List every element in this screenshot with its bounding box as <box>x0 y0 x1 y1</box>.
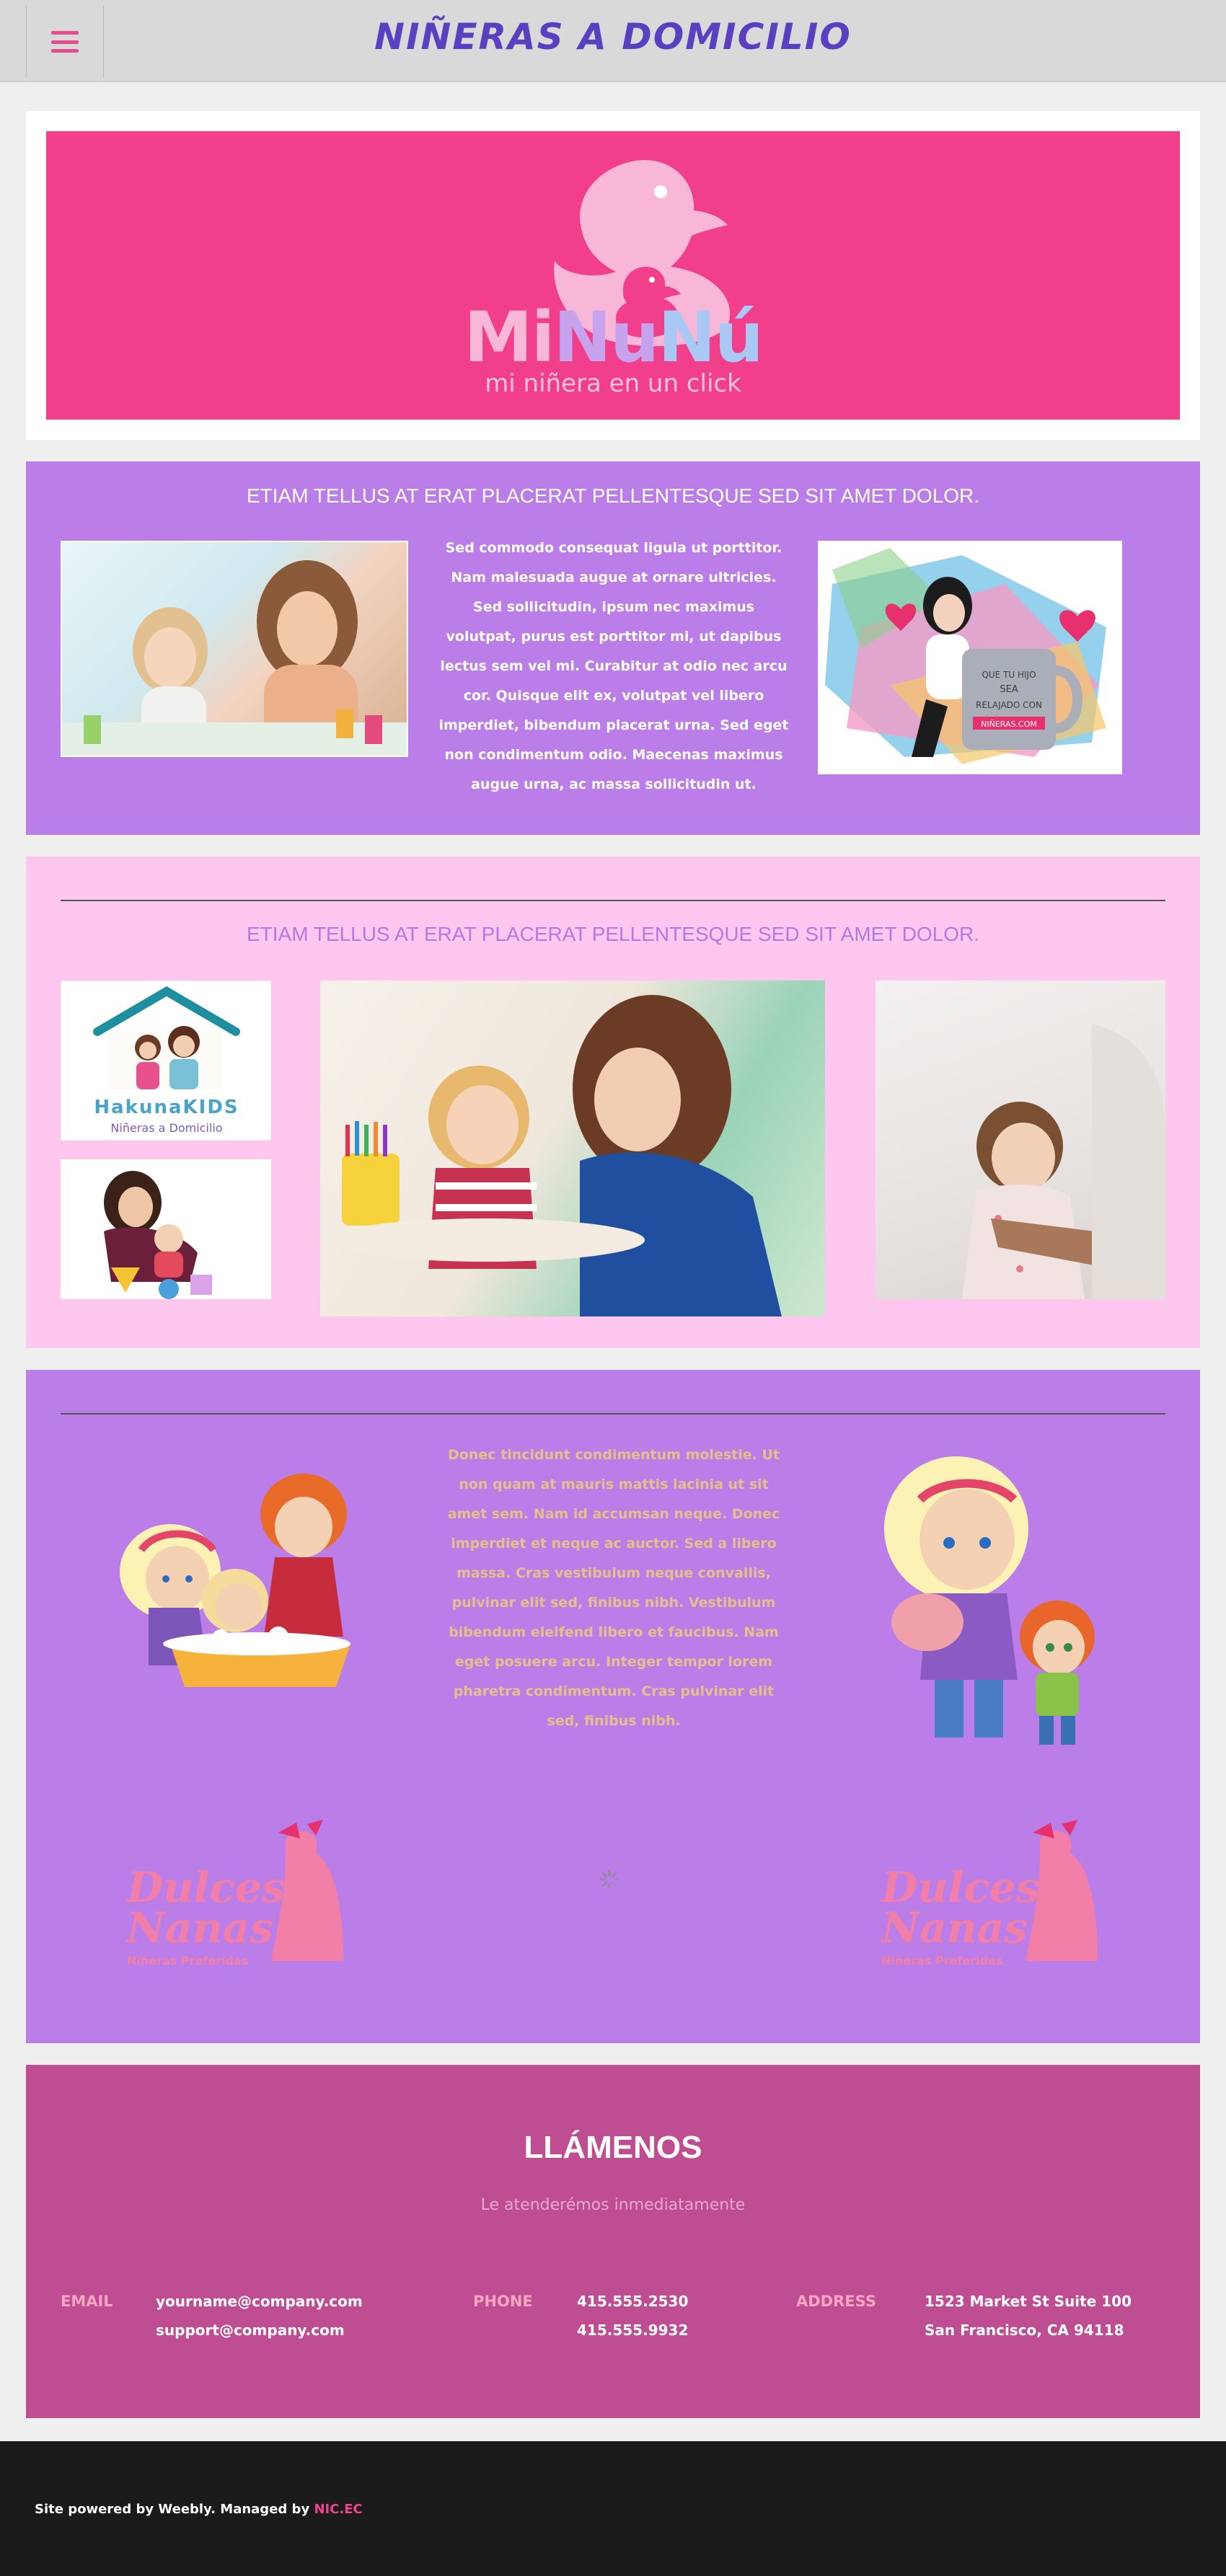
nanny-bathing-children-illustration <box>120 1474 350 1687</box>
contact-subtitle: Le atenderémos inmediatamente <box>480 2196 746 2214</box>
loading-spinner-icon <box>599 1869 619 1890</box>
site-header: NIÑERAS A DOMICILIO <box>0 0 1226 82</box>
footer-text: Site powered by Weebly. Managed by NIC.E… <box>35 2502 363 2517</box>
dulces-nanas-subtitle: Niñeras Preferidas <box>127 1954 249 1968</box>
dulces-nanas-subtitle: Niñeras Preferidas <box>881 1954 1003 1968</box>
email-link-1[interactable]: yourname@company.com <box>156 2293 363 2310</box>
phone-number-1[interactable]: 415.555.2530 <box>577 2293 688 2310</box>
section-gallery: ETIAM TELLUS AT ERAT PLACERAT PELLENTESQ… <box>26 857 1200 1348</box>
mother-baby-photo <box>61 1159 271 1299</box>
mother-children-photo <box>61 541 408 757</box>
hakuna-kids-logo: HakunaKIDS Niñeras a Domicilio <box>61 981 271 1141</box>
footer-credit: Site powered by Weebly. Managed by <box>35 2502 314 2517</box>
email-link-2[interactable]: support@company.com <box>156 2322 345 2339</box>
section-cartoons: Donec tincidunt condimentum molestie. Ut… <box>26 1370 1200 2043</box>
phone-number-2[interactable]: 415.555.9932 <box>577 2322 688 2339</box>
section-contact: LLÁMENOS Le atenderémos inmediatamente E… <box>26 2065 1200 2418</box>
nanny-mug-illustration: QUE TU HIJO SEA RELAJADO CON NIÑERAS.COM <box>818 541 1122 774</box>
section-heading: ETIAM TELLUS AT ERAT PLACERAT PELLENTESQ… <box>246 923 980 945</box>
phone-label: PHONE <box>473 2293 533 2310</box>
nic-ec-link[interactable]: NIC.EC <box>314 2502 362 2517</box>
address-line-2: San Francisco, CA 94118 <box>925 2322 1124 2339</box>
nanny-drawing-with-child-photo <box>320 981 825 1316</box>
banner: MiNuNú mi niñera en un click <box>46 131 1180 420</box>
site-footer: Site powered by Weebly. Managed by NIC.E… <box>0 2441 1226 2576</box>
nanny-with-kids-illustration <box>884 1456 1095 1745</box>
email-label: EMAIL <box>61 2293 113 2310</box>
hakuna-kids-subtitle: Niñeras a Domicilio <box>110 1121 223 1135</box>
mug-text-2: SEA <box>1000 684 1018 695</box>
divider <box>61 900 1165 901</box>
contact-title: LLÁMENOS <box>524 2130 702 2165</box>
divider <box>61 1413 1165 1415</box>
intro-text: Sed commodo consequat ligula ut porttito… <box>438 540 789 792</box>
nanas-text: Nanas <box>881 1903 1028 1952</box>
logo-wordmark: MiNuNú <box>464 297 764 378</box>
nanas-text: Nanas <box>127 1903 273 1952</box>
mug-text-4: NIÑERAS.COM <box>981 720 1037 729</box>
section-intro: ETIAM TELLUS AT ERAT PLACERAT PELLENTESQ… <box>26 461 1200 835</box>
dulces-nanas-logo-right: Dulces Nanas Niñeras Preferidas <box>881 1817 1112 1975</box>
cartoon-section-text: Donec tincidunt condimentum molestie. Ut… <box>447 1447 780 1729</box>
child-reading-photo <box>876 981 1165 1299</box>
site-title[interactable]: NIÑERAS A DOMICILIO <box>0 16 1226 58</box>
dulces-nanas-logo-left: Dulces Nanas Niñeras Preferidas <box>127 1817 358 1975</box>
address-line-1: 1523 Market St Suite 100 <box>925 2293 1132 2310</box>
banner-frame: MiNuNú mi niñera en un click <box>26 111 1200 440</box>
mug-text-3: RELAJADO CON <box>976 700 1042 710</box>
logo-tagline: mi niñera en un click <box>485 369 741 398</box>
mug-text-1: QUE TU HIJO <box>982 670 1036 680</box>
hakuna-kids-title: HakunaKIDS <box>94 1097 239 1118</box>
address-label: ADDRESS <box>796 2293 876 2310</box>
section-heading: ETIAM TELLUS AT ERAT PLACERAT PELLENTESQ… <box>246 484 980 507</box>
